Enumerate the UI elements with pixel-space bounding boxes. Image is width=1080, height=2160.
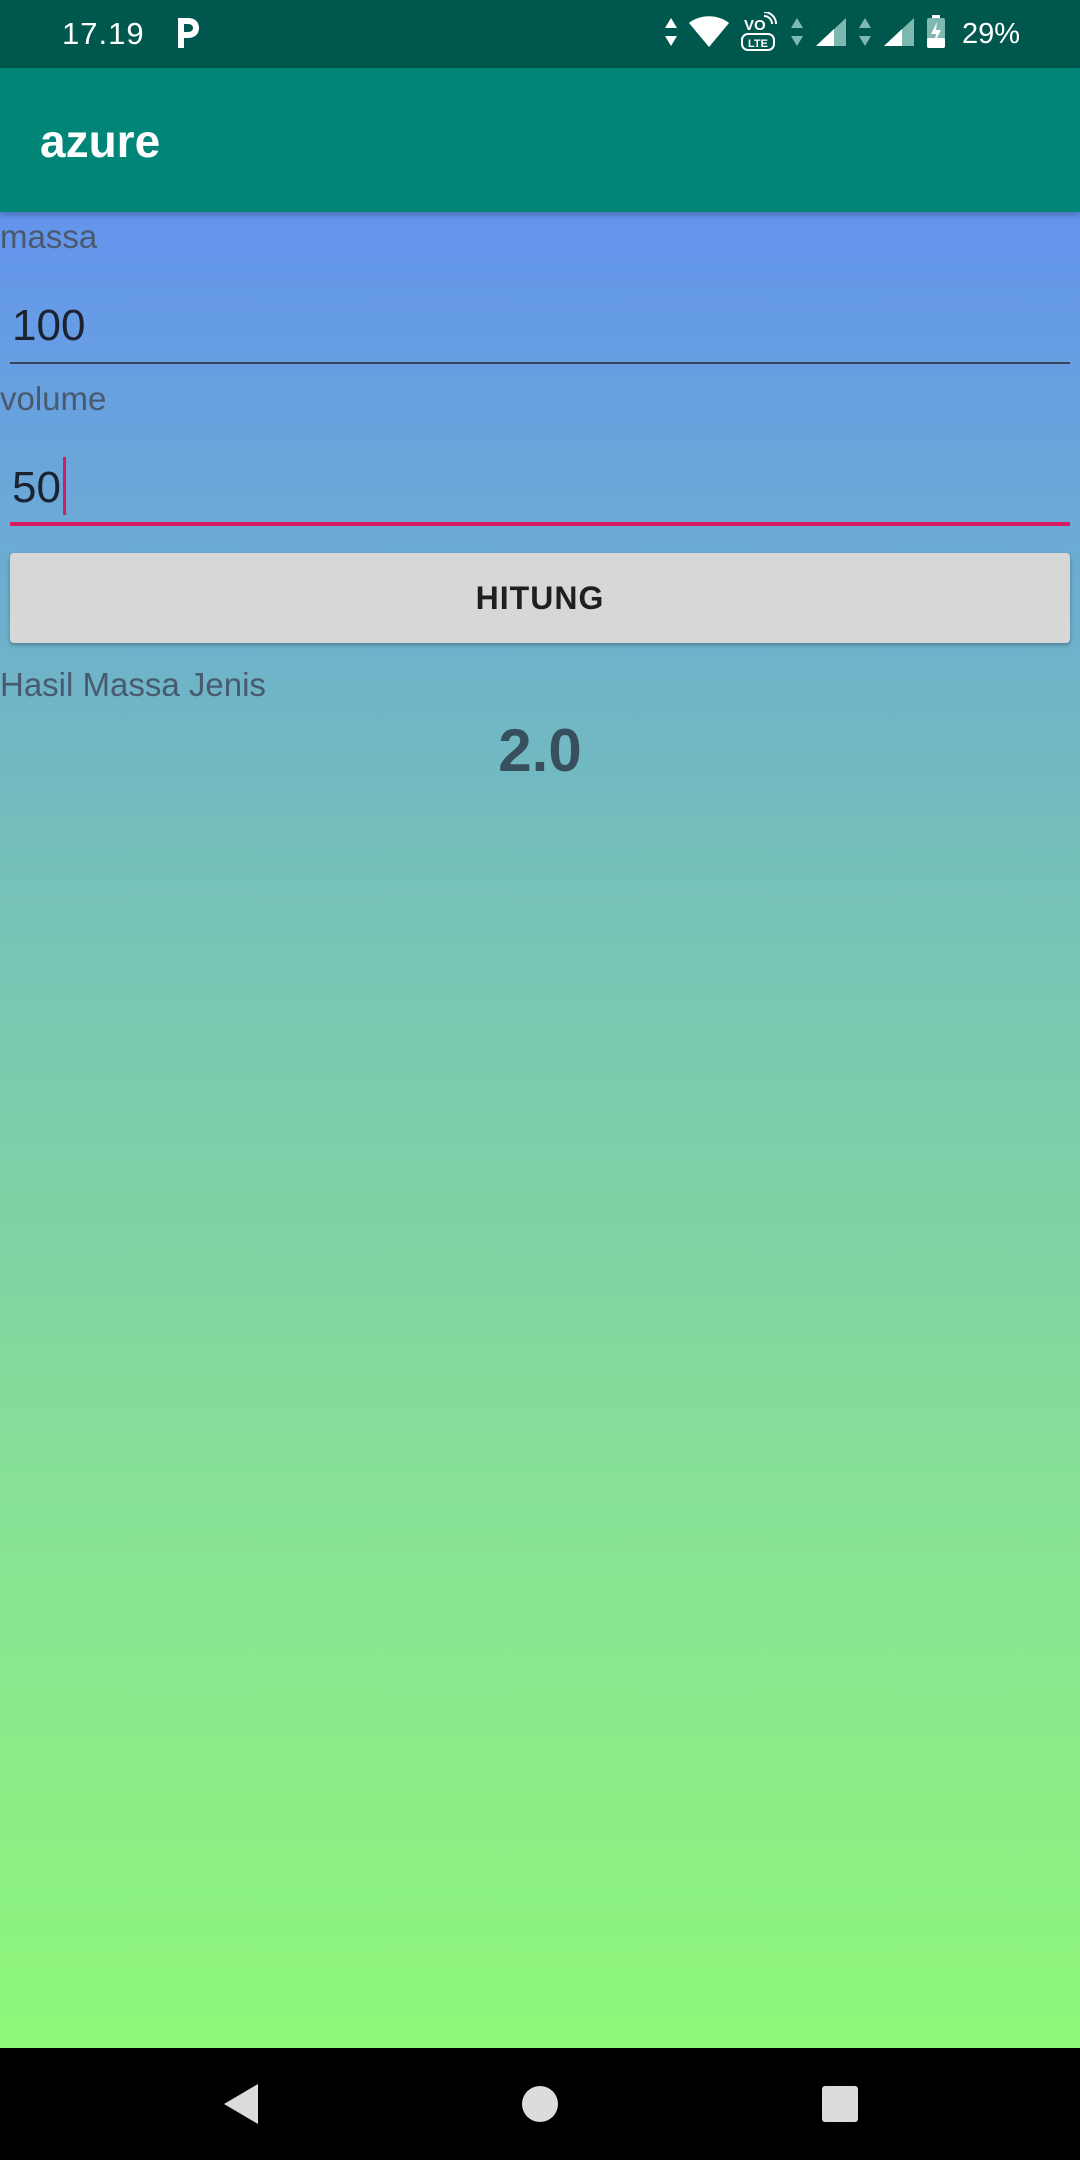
- status-bar: 17.19 VO LTE 29%: [0, 0, 1080, 68]
- app-title: azure: [40, 115, 161, 167]
- data-arrows-icon-3: [858, 16, 872, 53]
- svg-text:VO: VO: [744, 17, 766, 34]
- massa-label: massa: [0, 218, 98, 255]
- massa-input-value: 100: [12, 301, 86, 350]
- battery-charging-icon: [926, 14, 946, 54]
- massa-input[interactable]: 100: [10, 292, 1070, 364]
- svg-text:LTE: LTE: [748, 38, 768, 50]
- parking-p-icon: [172, 14, 202, 50]
- result-value: 2.0: [498, 717, 582, 784]
- signal-icon-2: [882, 16, 916, 53]
- hitung-button[interactable]: HITUNG: [10, 553, 1070, 643]
- volume-input[interactable]: 50: [10, 454, 1070, 526]
- massa-input-underline: [10, 362, 1070, 364]
- app-bar: azure: [0, 68, 1080, 212]
- volte-icon: VO LTE: [740, 10, 780, 57]
- recents-button[interactable]: [812, 2076, 868, 2132]
- data-arrows-icon: [664, 16, 678, 53]
- text-caret: [62, 457, 66, 516]
- battery-percent: 29%: [961, 17, 1020, 50]
- status-time: 17.19: [62, 16, 145, 51]
- back-icon: [224, 2084, 258, 2124]
- volume-input-text: 50: [12, 457, 66, 519]
- result-label: Hasil Massa Jenis: [0, 666, 266, 703]
- data-arrows-icon-2: [790, 16, 804, 53]
- recents-icon: [822, 2086, 858, 2122]
- volume-input-underline: [10, 522, 1070, 526]
- home-icon: [522, 2086, 558, 2122]
- navigation-bar: [0, 2048, 1080, 2160]
- home-button[interactable]: [512, 2076, 568, 2132]
- volume-input-value: 50: [12, 463, 61, 512]
- wifi-icon: [688, 15, 730, 54]
- signal-icon: [814, 16, 848, 53]
- volume-label: volume: [0, 380, 107, 417]
- back-button[interactable]: [212, 2076, 268, 2132]
- status-icons: VO LTE 29%: [664, 10, 1020, 57]
- main-content: massa 100 volume 50 HITUNG Hasil Massa J…: [0, 212, 1080, 2048]
